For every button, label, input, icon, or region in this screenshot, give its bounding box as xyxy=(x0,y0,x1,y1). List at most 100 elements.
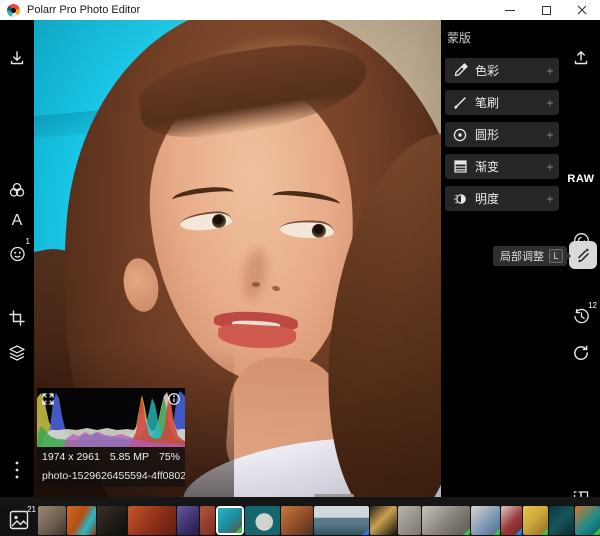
more-options-button[interactable] xyxy=(0,455,34,485)
mask-panel-title: 蒙版 xyxy=(447,29,471,46)
photo-library-button[interactable]: 21 xyxy=(8,509,32,533)
export-button[interactable] xyxy=(562,43,600,73)
thumbnail[interactable] xyxy=(128,506,176,535)
add-gradient-mask-button[interactable]: + xyxy=(541,160,559,174)
add-radial-mask-button[interactable]: + xyxy=(541,128,559,142)
info-icon xyxy=(167,392,181,406)
text-tool-icon: A xyxy=(12,212,23,230)
add-color-mask-button[interactable]: + xyxy=(541,64,559,78)
mask-tool-gradient[interactable]: 渐变 + xyxy=(445,154,559,179)
close-icon xyxy=(577,5,587,15)
maximize-button[interactable] xyxy=(528,0,564,20)
reset-button[interactable] xyxy=(562,338,600,368)
thumbnail[interactable] xyxy=(281,506,313,535)
local-adjust-tooltip: 局部调整 L xyxy=(493,246,567,266)
thumbnail-image xyxy=(200,506,215,535)
reset-icon xyxy=(572,344,590,362)
thumbnail[interactable] xyxy=(97,506,127,535)
face-edit-badge: 1 xyxy=(26,238,30,246)
histogram-chart xyxy=(37,388,185,447)
maximize-icon xyxy=(542,6,551,15)
local-adjust-icon xyxy=(575,247,592,264)
luminance-icon xyxy=(445,191,475,207)
text-tool-button[interactable]: A xyxy=(0,206,34,236)
mask-tool-label: 明度 xyxy=(475,190,541,207)
thumbnail[interactable] xyxy=(398,506,421,535)
thumbnail[interactable] xyxy=(501,506,522,535)
photo-canvas[interactable]: 1974 x 2961 5.85 MP 75% photo-1529626455… xyxy=(34,20,441,497)
horizontal-scrollbar[interactable] xyxy=(314,494,354,497)
layers-icon xyxy=(7,343,27,363)
mask-tool-label: 笔刷 xyxy=(475,94,541,111)
layers-button[interactable] xyxy=(0,338,34,368)
face-icon xyxy=(8,244,27,263)
mask-tool-radial[interactable]: 圆形 + xyxy=(445,122,559,147)
close-button[interactable] xyxy=(564,0,600,20)
mask-tool-label: 色彩 xyxy=(475,62,541,79)
thumbnail-strip xyxy=(38,506,600,535)
edit-badge xyxy=(541,528,548,535)
right-toolbar: RAW 12 xyxy=(562,20,600,505)
image-dimensions: 1974 x 2961 xyxy=(42,451,100,463)
image-megapixels: 5.85 MP xyxy=(110,451,149,463)
mask-tool-color[interactable]: 色彩 + xyxy=(445,58,559,83)
left-toolbar: A 1 xyxy=(0,20,34,505)
thumbnail-image xyxy=(97,506,127,535)
gradient-icon xyxy=(445,159,475,174)
mask-tool-brush[interactable]: 笔刷 + xyxy=(445,90,559,115)
histogram-expand-button[interactable] xyxy=(41,392,55,406)
thumbnail-image xyxy=(281,506,313,535)
mask-tool-luminance[interactable]: 明度 + xyxy=(445,186,559,211)
thumbnail-image xyxy=(314,506,369,535)
edit-badge xyxy=(493,528,500,535)
thumbnail-image xyxy=(38,506,66,535)
thumbnail[interactable] xyxy=(523,506,548,535)
thumbnail[interactable] xyxy=(67,506,96,535)
expand-icon xyxy=(41,392,55,406)
edit-badge xyxy=(515,528,522,535)
thumbnail[interactable] xyxy=(575,506,600,535)
face-edit-button[interactable]: 1 xyxy=(0,238,34,268)
color-circles-icon xyxy=(7,180,27,200)
mask-tool-label: 渐变 xyxy=(475,158,541,175)
tooltip-label: 局部调整 xyxy=(500,248,544,264)
photo-count-badge: 21 xyxy=(27,505,36,514)
import-icon xyxy=(8,49,26,67)
import-button[interactable] xyxy=(0,43,34,73)
edit-badge xyxy=(463,528,470,535)
thumbnail[interactable] xyxy=(314,506,369,535)
minimize-button[interactable] xyxy=(492,0,528,20)
thumbnail[interactable] xyxy=(200,506,215,535)
shortcut-key-badge: L xyxy=(549,249,563,263)
eyedropper-icon xyxy=(445,63,475,78)
thumbnail-image xyxy=(398,506,421,535)
filmstrip: 21 xyxy=(0,505,600,536)
thumbnail-image xyxy=(177,506,199,535)
crop-icon xyxy=(8,309,26,327)
add-brush-mask-button[interactable]: + xyxy=(541,96,559,110)
zoom-level: 75% xyxy=(159,451,180,463)
thumbnail-image xyxy=(245,506,280,535)
title-bar: Polarr Pro Photo Editor xyxy=(0,0,600,20)
filmstrip-divider xyxy=(0,497,600,505)
brush-icon xyxy=(445,95,475,110)
image-stats: 1974 x 2961 5.85 MP 75% xyxy=(37,447,185,467)
color-blend-button[interactable] xyxy=(0,175,34,205)
thumbnail[interactable] xyxy=(177,506,199,535)
add-luminance-mask-button[interactable]: + xyxy=(541,192,559,206)
thumbnail-selected[interactable] xyxy=(216,506,244,535)
thumbnail[interactable] xyxy=(549,506,574,535)
local-adjust-button[interactable] xyxy=(569,241,597,269)
histogram-plot xyxy=(37,388,185,447)
thumbnail[interactable] xyxy=(471,506,500,535)
crop-button[interactable] xyxy=(0,303,34,333)
thumbnail[interactable] xyxy=(422,506,470,535)
history-button[interactable]: 12 xyxy=(562,301,600,331)
image-filename: photo-1529626455594-4ff0802cf... xyxy=(37,467,185,487)
histogram-info-button[interactable] xyxy=(167,392,181,406)
thumbnail[interactable] xyxy=(38,506,66,535)
app-logo-icon xyxy=(7,4,20,17)
thumbnail[interactable] xyxy=(370,506,397,535)
edit-badge xyxy=(362,528,369,535)
thumbnail[interactable] xyxy=(245,506,280,535)
